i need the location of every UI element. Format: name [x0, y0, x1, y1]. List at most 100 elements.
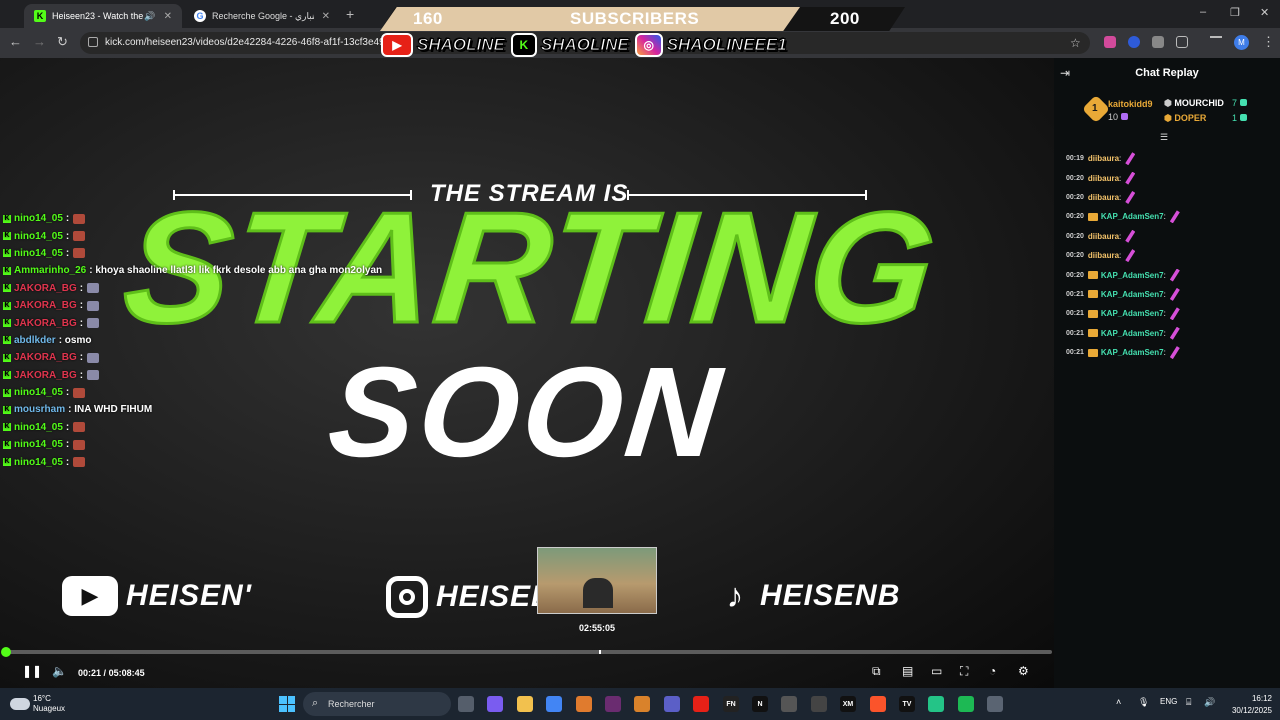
overlay-chat-message: : — [79, 300, 84, 312]
reload-icon[interactable]: ↻ — [57, 35, 68, 49]
feather-emote-icon — [1169, 326, 1180, 340]
minimize-button[interactable]: – — [1200, 6, 1206, 18]
file-explorer-icon[interactable] — [517, 696, 533, 712]
app-purple-icon[interactable] — [605, 696, 621, 712]
pause-button[interactable]: ❚❚ — [22, 664, 42, 678]
chat-username[interactable]: KAP_AdamSen7 — [1101, 212, 1164, 221]
extension-icon[interactable] — [1104, 36, 1116, 48]
spotify-icon[interactable] — [958, 696, 974, 712]
chat-username[interactable]: diibaura — [1088, 174, 1119, 183]
show-hidden-icons[interactable]: ˄ — [1116, 697, 1121, 707]
close-window-button[interactable]: ✕ — [1260, 6, 1269, 19]
chat-separator: : — [1119, 192, 1122, 202]
chat-separator: : — [1163, 212, 1166, 222]
brave-icon[interactable] — [870, 696, 886, 712]
overlay-chat-user: JAKORA_BG — [14, 317, 77, 329]
theater-mode-icon[interactable]: ▭ — [931, 664, 942, 678]
taskbar-search[interactable]: ⌕ Rechercher — [303, 692, 451, 716]
app-fire-icon[interactable] — [634, 696, 650, 712]
chat-message-row: 00:20 KAP_AdamSen7: — [1066, 207, 1276, 226]
close-tab-icon[interactable]: ✕ — [164, 11, 172, 22]
leader-user[interactable]: ⬢ MOURCHID — [1164, 98, 1224, 109]
xm-icon[interactable]: XM — [840, 696, 856, 712]
emote-icon — [73, 439, 86, 450]
leader-user[interactable]: ⬢ DOPER — [1164, 113, 1206, 124]
settings-icon[interactable] — [987, 696, 1003, 712]
teams-icon[interactable] — [664, 696, 680, 712]
maximize-button[interactable]: ❐ — [1230, 6, 1240, 19]
emote-icon — [87, 370, 100, 381]
settings-gear-icon[interactable]: ⚙ — [1018, 664, 1029, 678]
extensions-puzzle-icon[interactable] — [1176, 36, 1188, 48]
emote-icon — [87, 283, 100, 294]
chrome-icon[interactable] — [546, 696, 562, 712]
reading-list-icon[interactable] — [1210, 36, 1222, 48]
leader-user[interactable]: kaitokidd9 — [1108, 99, 1153, 109]
new-tab-button[interactable]: + — [346, 6, 354, 22]
back-icon[interactable]: ← — [9, 35, 22, 49]
network-icon[interactable]: ⌸ — [1186, 697, 1191, 708]
emote-icon — [73, 387, 86, 398]
browser-menu-icon[interactable]: ⋮ — [1262, 35, 1275, 49]
playback-speed-icon[interactable]: ◔ — [989, 664, 996, 678]
volume-icon[interactable]: 🔊 — [1204, 697, 1215, 708]
tab-kick-vod[interactable]: K Heiseen23 - Watch the VOD 🔊 ✕ — [24, 4, 182, 28]
seek-bar[interactable] — [1, 647, 1052, 657]
chat-username[interactable]: KAP_AdamSen7 — [1101, 271, 1164, 280]
feather-emote-icon — [1125, 171, 1136, 185]
site-settings-icon[interactable] — [88, 37, 98, 47]
extension-icon[interactable] — [1152, 36, 1164, 48]
copilot-icon[interactable] — [487, 696, 503, 712]
chat-username[interactable]: diibaura — [1088, 154, 1119, 163]
expand-leaderboard-icon[interactable]: ☰ — [1160, 132, 1168, 143]
feather-emote-icon — [1125, 229, 1136, 243]
app-orange-icon[interactable] — [576, 696, 592, 712]
fn-icon[interactable]: FN — [723, 696, 739, 712]
task-view-icon[interactable] — [458, 696, 474, 712]
close-tab-icon[interactable]: ✕ — [322, 11, 330, 22]
youtube-handle: ▶ HEISEN' — [62, 576, 252, 616]
profile-avatar[interactable]: M — [1234, 35, 1249, 50]
system-clock[interactable]: 16:12 30/12/2025 — [1226, 693, 1272, 717]
bookmark-star-icon[interactable]: ☆ — [1070, 36, 1081, 50]
forward-icon[interactable]: → — [33, 35, 46, 49]
chat-username[interactable]: KAP_AdamSen7 — [1101, 329, 1164, 338]
tab-google-search[interactable]: G Recherche Google - المنباري ✕ — [184, 4, 340, 28]
fullscreen-icon[interactable]: ⛶ — [960, 664, 968, 678]
volume-icon[interactable]: 🔈 — [52, 664, 67, 678]
kick-icon: K — [3, 301, 11, 310]
chat-username[interactable]: KAP_AdamSen7 — [1101, 348, 1164, 357]
overlay-chat-message: : — [65, 213, 70, 225]
extension-icon[interactable] — [1128, 36, 1140, 48]
chat-username[interactable]: KAP_AdamSen7 — [1101, 309, 1164, 318]
netflix-icon[interactable]: N — [752, 696, 768, 712]
chat-username[interactable]: KAP_AdamSen7 — [1101, 290, 1164, 299]
clock-date: 30/12/2025 — [1231, 706, 1272, 715]
tradingview-icon[interactable]: TV — [899, 696, 915, 712]
video-player[interactable]: THE STREAM IS STARTING SOON ▶ HEISEN' HE… — [0, 58, 1054, 688]
overlay-chat-user: JAKORA_BG — [14, 300, 77, 312]
app-red-dot-icon[interactable] — [811, 696, 827, 712]
language-indicator[interactable]: ENG — [1160, 697, 1177, 706]
overlay-chat-message: : — [65, 387, 70, 399]
chat-username[interactable]: diibaura — [1088, 232, 1119, 241]
instagram-icon — [386, 576, 428, 618]
badge-icon: ⬢ — [1164, 98, 1175, 108]
miniplayer-icon[interactable]: ⧉ — [872, 664, 881, 678]
clip-icon[interactable]: ▤ — [902, 664, 913, 678]
overlay-chat-user: nino14_05 — [14, 213, 63, 225]
leader-value: 10 — [1108, 112, 1129, 122]
youtube-icon[interactable] — [693, 696, 709, 712]
chat-message-row: 00:21 KAP_AdamSen7: — [1066, 343, 1276, 362]
app-grey-icon[interactable] — [781, 696, 797, 712]
badge-icon: ⬢ — [1164, 113, 1175, 123]
chat-username[interactable]: diibaura — [1088, 251, 1119, 260]
chat-message-row: 00:20 diibaura: — [1066, 168, 1276, 187]
leader-count: 7 — [1232, 98, 1238, 108]
microphone-icon[interactable]: 🎙 — [1138, 697, 1149, 708]
app-green-icon[interactable] — [928, 696, 944, 712]
overlay-chat-line: Knino14_05: — [0, 436, 400, 453]
start-button[interactable] — [279, 696, 295, 712]
seek-knob[interactable] — [1, 647, 11, 657]
chat-username[interactable]: diibaura — [1088, 193, 1119, 202]
